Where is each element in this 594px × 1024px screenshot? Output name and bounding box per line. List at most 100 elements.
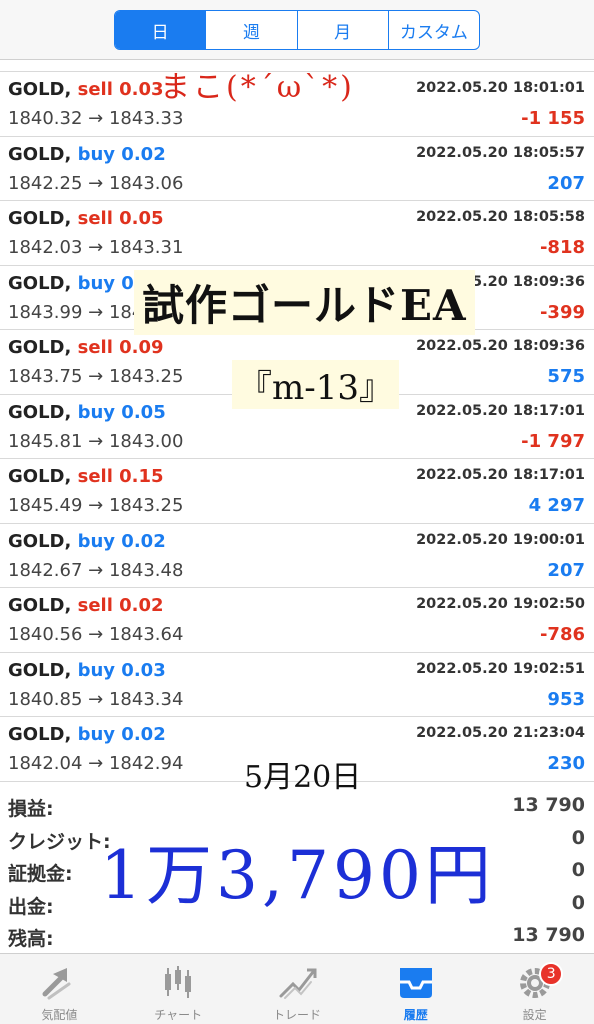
trade-profit: 953 (547, 688, 585, 710)
trade-prices: 1840.85 → 1843.34 (8, 688, 184, 710)
summary-value: 0 (571, 826, 585, 849)
trade-row[interactable]: GOLD, buy 0.03 2022.05.20 19:02:51 1840.85… (0, 653, 594, 717)
tab-label: トレード (272, 1008, 321, 1022)
symbol-name: GOLD, (8, 595, 72, 616)
trade-time: 2022.05.20 19:00:01 (416, 531, 585, 548)
trade-prices: 1845.49 → 1843.25 (8, 495, 184, 516)
tab-settings[interactable]: 3 設定 (475, 954, 594, 1024)
summary-label: 残高: (8, 928, 54, 950)
trade-side-volume: sell 0.09 (77, 337, 164, 358)
trade-symbol: GOLD, sell 0.15 (8, 466, 164, 487)
trade-symbol: GOLD, buy 0.05 (8, 402, 166, 423)
tab-custom[interactable]: カスタム (387, 11, 479, 49)
trade-profit: 230 (547, 753, 585, 774)
quotes-icon (42, 968, 71, 1000)
trade-time: 2022.05.20 18:17:01 (416, 467, 585, 483)
trade-history-list: GOLD, sell 0.03 2022.05.20 18:01:01 1840.3… (0, 72, 594, 782)
summary-row-credit: クレジット: 0 (0, 823, 594, 856)
trade-prices: 1842.25 → 1843.06 (8, 172, 184, 194)
trade-row[interactable]: GOLD, sell 0.09 2022.05.20 18:09:36 1843.7… (0, 330, 594, 395)
tab-day[interactable]: 日 (115, 11, 206, 49)
trade-side-volume: sell 0.02 (77, 595, 164, 616)
symbol-name: GOLD, (8, 79, 72, 100)
trade-symbol: GOLD, buy 0.02 (8, 724, 166, 745)
summary-label: 証拠金: (8, 863, 73, 885)
symbol-name: GOLD, (8, 208, 72, 229)
trade-symbol: GOLD, sell 0.03 (8, 79, 164, 100)
trade-side-volume: buy 0.05 (77, 401, 166, 423)
tab-quotes[interactable]: 気配値 (0, 954, 119, 1024)
period-segmented-control: 日 週 月 カスタム (114, 10, 480, 50)
symbol-name: GOLD, (8, 401, 72, 423)
trade-time: 2022.05.20 18:05:57 (416, 144, 585, 161)
trade-profit: -786 (539, 624, 585, 645)
summary-label: 損益: (8, 798, 54, 820)
trade-row[interactable]: GOLD, sell 0.03 2022.05.20 18:01:01 1840.3… (0, 72, 594, 137)
symbol-name: GOLD, (8, 272, 72, 294)
trade-symbol: GOLD, buy 0.02 (8, 144, 166, 165)
trade-prices: 1842.67 → 1843.48 (8, 559, 184, 581)
summary-row-withdrawal: 出金: 0 (0, 888, 594, 921)
trade-symbol: GOLD, sell 0.09 (8, 337, 164, 358)
trade-row[interactable]: GOLD, sell 0.02 2022.05.20 19:02:50 1840.5… (0, 588, 594, 653)
trade-profit: -818 (539, 237, 585, 258)
trade-symbol: GOLD, buy 0.03 (8, 660, 166, 681)
tab-label: 気配値 (41, 1008, 78, 1022)
trade-time: 2022.05.20 18:09:36 (416, 273, 585, 290)
trade-symbol: GOLD, buy 0.03 (8, 273, 166, 294)
tab-chart[interactable]: チャート (119, 954, 238, 1024)
trade-time: 2022.05.20 18:09:36 (416, 338, 585, 354)
summary-row-profit: 損益: 13 790 (0, 790, 594, 823)
trade-side-volume: buy 0.02 (77, 724, 166, 745)
summary-label: クレジット: (8, 830, 111, 853)
trade-row[interactable]: GOLD, buy 0.03 2022.05.20 18:09:36 1843.99… (0, 266, 594, 330)
trade-time: 2022.05.20 18:01:01 (416, 80, 585, 96)
notification-badge: 3 (539, 962, 564, 986)
symbol-name: GOLD, (8, 659, 72, 681)
symbol-name: GOLD, (8, 143, 72, 165)
trade-row[interactable]: GOLD, buy 0.02 2022.05.20 21:23:04 1842.04… (0, 717, 594, 782)
symbol-name: GOLD, (8, 724, 72, 745)
summary-value: 13 790 (512, 794, 585, 816)
trade-side-volume: buy 0.03 (77, 272, 166, 294)
trade-side-volume: buy 0.02 (77, 143, 166, 165)
trade-row-cut-off[interactable] (0, 60, 594, 72)
trade-time: 2022.05.20 19:02:51 (416, 660, 585, 677)
tab-trade[interactable]: トレード (238, 954, 357, 1024)
symbol-name: GOLD, (8, 466, 72, 487)
account-summary: 損益: 13 790 クレジット: 0 証拠金: 0 出金: 0 残高: 13 … (0, 790, 594, 953)
tab-label: チャート (154, 1008, 203, 1022)
tab-history[interactable]: 履歴 (356, 954, 475, 1024)
trade-side-volume: sell 0.15 (77, 466, 164, 487)
trade-row[interactable]: GOLD, buy 0.02 2022.05.20 18:05:57 1842.25… (0, 137, 594, 201)
trade-profit: -1 797 (521, 430, 585, 452)
trade-row[interactable]: GOLD, sell 0.05 2022.05.20 18:05:58 1842.0… (0, 201, 594, 266)
trade-symbol: GOLD, sell 0.02 (8, 595, 164, 616)
tab-label: 設定 (522, 1008, 547, 1022)
trade-side-volume: buy 0.02 (77, 530, 166, 552)
trade-profit: -399 (539, 301, 585, 323)
bottom-tab-bar: 気配値 チャート トレード 履歴 3 設定 (0, 953, 594, 1024)
summary-label: 出金: (8, 895, 54, 918)
trade-profit: 207 (547, 172, 585, 194)
trade-side-volume: sell 0.03 (77, 79, 164, 100)
tab-label: 履歴 (403, 1008, 428, 1022)
trade-time: 2022.05.20 18:05:58 (416, 209, 585, 225)
summary-value: 0 (571, 859, 585, 881)
tab-month[interactable]: 月 (296, 11, 388, 49)
trade-prices: 1842.03 → 1843.31 (8, 237, 184, 258)
trade-row[interactable]: GOLD, buy 0.02 2022.05.20 19:00:01 1842.67… (0, 524, 594, 588)
symbol-name: GOLD, (8, 337, 72, 358)
chart-icon (165, 966, 192, 998)
trade-time: 2022.05.20 18:17:01 (416, 402, 585, 419)
history-icon (399, 968, 432, 998)
trade-side-volume: sell 0.05 (77, 208, 164, 229)
trade-time: 2022.05.20 21:23:04 (416, 725, 585, 741)
trade-symbol: GOLD, buy 0.02 (8, 531, 166, 552)
trade-row[interactable]: GOLD, buy 0.05 2022.05.20 18:17:01 1845.81… (0, 395, 594, 459)
trade-row[interactable]: GOLD, sell 0.15 2022.05.20 18:17:01 1845.4… (0, 459, 594, 524)
trade-prices: 1840.56 → 1843.64 (8, 624, 184, 645)
trade-profit: 207 (547, 559, 585, 581)
trade-side-volume: buy 0.03 (77, 659, 166, 681)
tab-week[interactable]: 週 (205, 11, 296, 49)
